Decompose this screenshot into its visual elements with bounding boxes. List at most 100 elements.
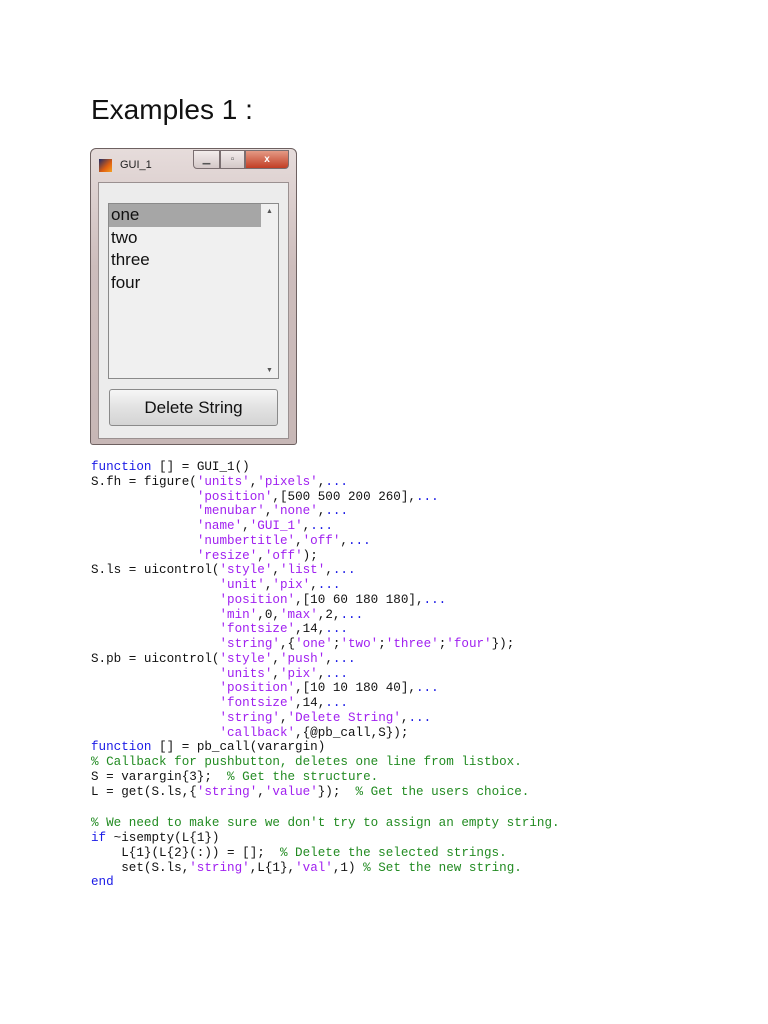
code-comment: % Delete the selected strings. bbox=[279, 845, 507, 860]
code-text: , bbox=[310, 578, 318, 592]
page-heading: Examples 1 : bbox=[91, 94, 253, 125]
code-string: 'position' bbox=[219, 592, 296, 607]
code-string: 'callback' bbox=[219, 725, 296, 740]
code-line: 'position',[10 60 180 180],... bbox=[91, 593, 560, 608]
code-keyword: ... bbox=[325, 622, 348, 637]
code-text: ,[500 500 200 260], bbox=[272, 489, 416, 504]
code-keyword: end bbox=[91, 875, 114, 890]
code-string: 'GUI_1' bbox=[249, 519, 303, 533]
code-keyword: ... bbox=[340, 607, 364, 622]
code-string: 'string' bbox=[219, 710, 280, 725]
scroll-down-icon[interactable]: ▼ bbox=[266, 367, 273, 374]
code-line: if ~isempty(L{1}) bbox=[91, 831, 560, 846]
code-string: 'unit' bbox=[219, 578, 265, 592]
code-string: 'three' bbox=[385, 637, 439, 651]
code-line: % We need to make sure we don't try to a… bbox=[91, 816, 560, 831]
code-keyword: ... bbox=[423, 592, 447, 607]
code-string: 'pix' bbox=[272, 578, 311, 592]
code-line: 'min',0,'max',2,... bbox=[91, 608, 560, 623]
code-text: ,2, bbox=[317, 607, 341, 622]
code-text: ,L{1}, bbox=[249, 860, 296, 875]
code-line: S.ls = uicontrol('style','list',... bbox=[91, 563, 560, 578]
code-text: ); bbox=[302, 548, 318, 563]
close-button[interactable]: x bbox=[245, 150, 289, 169]
code-keyword: ... bbox=[332, 563, 356, 578]
code-string: 'off' bbox=[264, 548, 303, 563]
code-line: 'menubar','none',... bbox=[91, 504, 560, 519]
code-line: 'unit','pix',... bbox=[91, 578, 560, 593]
code-keyword: ... bbox=[415, 681, 439, 696]
code-keyword: ... bbox=[317, 578, 341, 592]
code-text: set(S.ls, bbox=[91, 860, 190, 875]
code-text: ,{@pb_call,S}); bbox=[295, 725, 409, 740]
code-text: }); bbox=[317, 784, 356, 799]
code-text: , bbox=[325, 651, 333, 666]
code-text: , bbox=[325, 563, 333, 578]
code-line: L = get(S.ls,{'string','value'}); % Get … bbox=[91, 785, 560, 800]
code-line: 'string',{'one';'two';'three';'four'}); bbox=[91, 637, 560, 652]
code-line: 'resize','off'); bbox=[91, 549, 560, 564]
code-comment: % Get the structure. bbox=[227, 769, 379, 784]
code-text: , bbox=[279, 710, 288, 725]
code-string: 'numbertitle' bbox=[196, 533, 296, 548]
code-line: S = varargin{3}; % Get the structure. bbox=[91, 770, 560, 785]
code-text: ,{ bbox=[279, 637, 296, 651]
code-comment: % We need to make sure we don't try to a… bbox=[91, 816, 560, 831]
code-text: , bbox=[257, 548, 265, 563]
code-keyword: if bbox=[91, 831, 107, 845]
code-keyword: function bbox=[91, 740, 152, 755]
code-line: S.fh = figure('units','pixels',... bbox=[91, 475, 560, 490]
code-string: 'resize' bbox=[196, 548, 258, 563]
matlab-icon bbox=[99, 159, 112, 172]
code-string: 'pix' bbox=[279, 666, 318, 681]
code-text: , bbox=[272, 651, 280, 666]
list-item[interactable]: one bbox=[109, 204, 262, 227]
title-bar[interactable]: GUI_1 ▁ ▫ x bbox=[91, 149, 296, 179]
code-line: end bbox=[91, 875, 560, 890]
figure-area: one two three four ▲ ▼ Delete String bbox=[98, 182, 289, 439]
code-string: 'max' bbox=[279, 607, 318, 622]
code-string: 'Delete String' bbox=[287, 710, 401, 725]
list-item[interactable]: three bbox=[109, 249, 262, 272]
scroll-up-icon[interactable]: ▲ bbox=[266, 208, 273, 215]
string-listbox[interactable]: one two three four ▲ ▼ bbox=[108, 203, 279, 379]
code-string: 'style' bbox=[219, 651, 273, 666]
code-line: 'callback',{@pb_call,S}); bbox=[91, 726, 560, 741]
code-string: 'units' bbox=[196, 474, 250, 489]
code-keyword: ... bbox=[325, 504, 349, 519]
code-comment: % Get the users choice. bbox=[355, 784, 530, 799]
listbox-scrollbar[interactable]: ▲ ▼ bbox=[261, 204, 278, 378]
code-string: 'style' bbox=[219, 563, 273, 578]
code-text: , bbox=[272, 666, 280, 681]
code-listing: function [] = GUI_1() S.fh = figure('unit… bbox=[91, 460, 560, 890]
code-string: 'list' bbox=[279, 563, 326, 578]
code-string: 'pixels' bbox=[257, 474, 318, 489]
maximize-button[interactable]: ▫ bbox=[220, 150, 245, 169]
minimize-icon: ▁ bbox=[202, 154, 211, 165]
code-text: L = get(S.ls,{ bbox=[91, 784, 197, 799]
code-comment: % Set the new string. bbox=[363, 860, 522, 875]
code-line: function [] = GUI_1() bbox=[91, 460, 560, 475]
list-item[interactable]: two bbox=[109, 227, 262, 250]
code-string: 'position' bbox=[219, 681, 296, 696]
code-string: 'menubar' bbox=[196, 504, 265, 519]
code-text: , bbox=[295, 533, 303, 548]
code-keyword: ... bbox=[347, 533, 371, 548]
list-item[interactable]: four bbox=[109, 272, 262, 295]
code-string: 'none' bbox=[272, 504, 318, 519]
code-string: 'push' bbox=[279, 651, 326, 666]
delete-string-button[interactable]: Delete String bbox=[109, 389, 278, 426]
code-line: L{1}(L{2}(:)) = []; % Delete the selecte… bbox=[91, 846, 560, 861]
minimize-button[interactable]: ▁ bbox=[193, 150, 220, 169]
